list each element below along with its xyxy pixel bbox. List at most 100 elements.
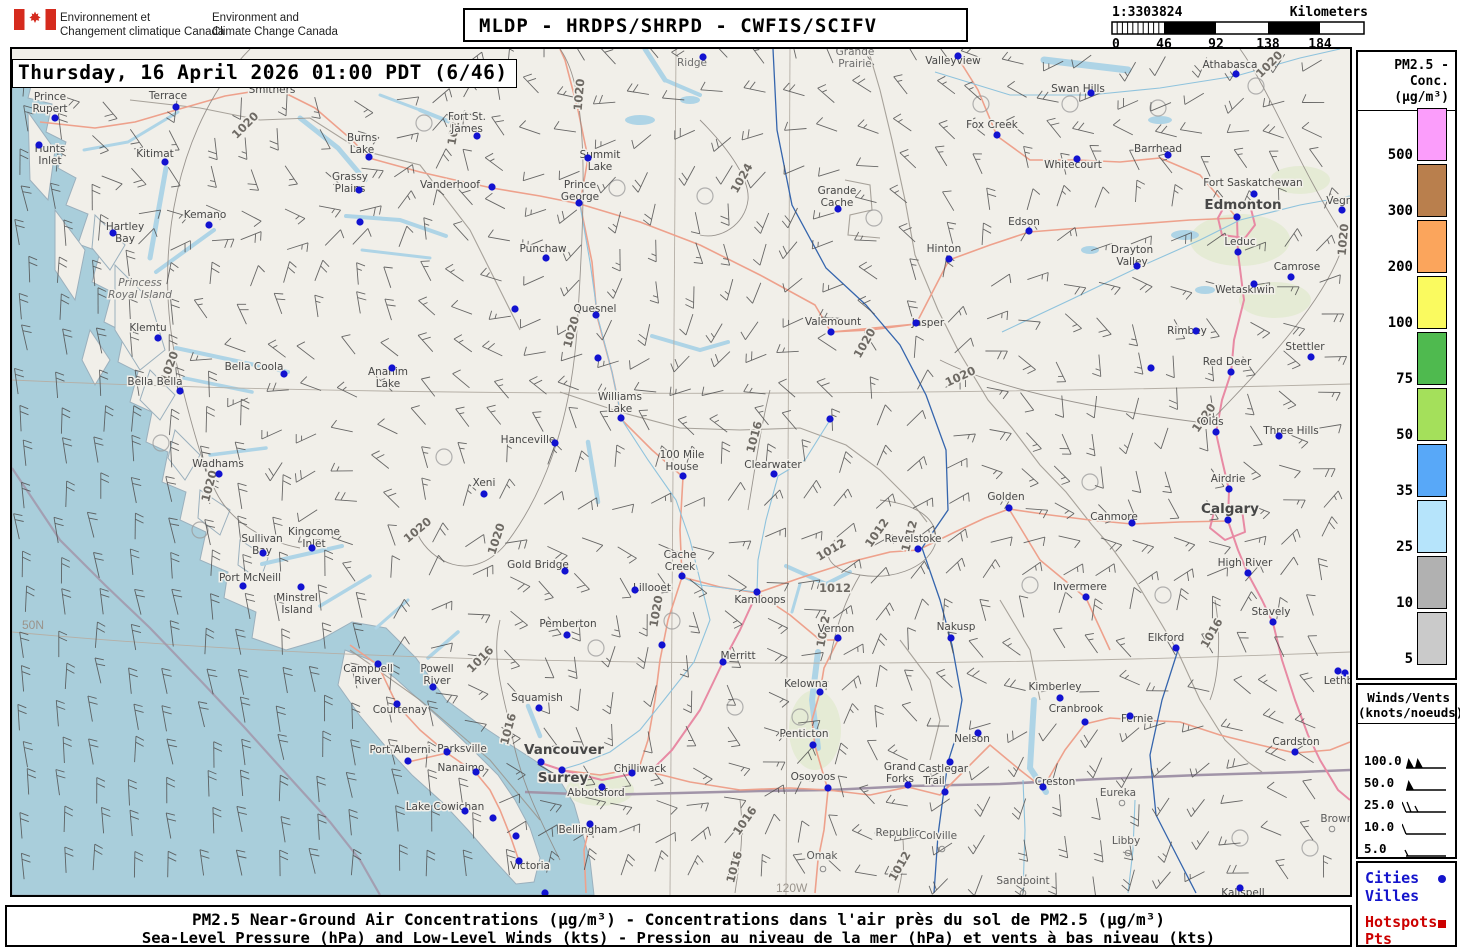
pm25-color-swatch (1417, 108, 1447, 161)
city-dot (834, 205, 842, 213)
city-label: Fox Creek (966, 119, 1019, 131)
city-dot (472, 768, 480, 776)
city-label: Lillooet (633, 582, 671, 594)
city-label: Red Deer (1203, 356, 1252, 368)
city-dot (941, 788, 949, 796)
product-title: MLDP - HRDPS/SHRPD - CWFIS/SCIFV (463, 8, 968, 42)
city-dot (827, 328, 835, 336)
city-dot (51, 114, 59, 122)
map-caption: PM2.5 Near-Ground Air Concentrations (µg… (5, 905, 1352, 947)
city-label: Valemount (805, 316, 861, 328)
city-dot (1073, 155, 1081, 163)
city-label: Squamish (511, 692, 563, 704)
city-dot (374, 660, 382, 668)
city-dot (461, 807, 469, 815)
city-label: Cardston (1272, 736, 1319, 748)
city-dot (561, 567, 569, 575)
city-dot (1307, 353, 1315, 361)
city-dot (658, 641, 666, 649)
pm25-color-swatch (1417, 388, 1447, 441)
us-town-label: Sandpoint (996, 875, 1049, 887)
city-dot (1244, 569, 1252, 577)
city-label: Kemano (184, 209, 227, 221)
city-dot (678, 572, 686, 580)
city-dot (912, 319, 920, 327)
header: Environnement et Changement climatique Ca… (0, 0, 1460, 52)
graticule-label: 120W (776, 881, 808, 895)
city-label: Valleyview (925, 55, 981, 67)
city-dot (954, 52, 962, 60)
pm25-legend-entry: 75 (1361, 332, 1447, 387)
city-dot (1334, 667, 1342, 675)
city-label: Barrhead (1134, 143, 1182, 155)
wind-speed-value: 25.0 (1364, 797, 1395, 812)
city-label: Camrose (1274, 261, 1320, 273)
pm25-legend-entry: 50 (1361, 388, 1447, 443)
pm25-threshold-value: 75 (1396, 371, 1413, 387)
city-dot (511, 305, 519, 313)
city-dot (1126, 712, 1134, 720)
city-dot (176, 387, 184, 395)
wind-barb-icon (1406, 758, 1446, 769)
pm25-threshold-value: 10 (1396, 595, 1413, 611)
pm25-threshold-value: 500 (1387, 147, 1413, 163)
pm25-threshold-value: 35 (1396, 483, 1413, 499)
city-label: Drayton Valley (1111, 244, 1153, 268)
city-dot (628, 769, 636, 777)
scale-ratio: 1:3303824 (1112, 5, 1183, 20)
city-dot (753, 588, 761, 596)
city-dot (356, 218, 364, 226)
city-dot (1232, 70, 1240, 78)
canada-flag-icon (14, 9, 56, 30)
city-label: Port Alberni (369, 744, 430, 756)
city-dot (1147, 364, 1155, 372)
city-dot (586, 820, 594, 828)
city-dot (946, 758, 954, 766)
pm25-legend-entry: 500 (1361, 108, 1447, 163)
city-dot (1269, 618, 1277, 626)
city-dot (617, 414, 625, 422)
city-label: Minstrel Island (276, 592, 318, 616)
city-label: Xeni (473, 477, 496, 489)
city-label: Wetaskiwin (1215, 284, 1274, 296)
city-label: Elkford (1148, 632, 1185, 644)
city-dot (1212, 428, 1220, 436)
city-dot (1128, 519, 1136, 527)
pm25-color-swatch (1417, 276, 1447, 329)
wind-legend-row: 100.0 (1364, 753, 1452, 773)
us-town-label: Omak (806, 850, 838, 862)
cities-label-en: Cities (1365, 869, 1420, 887)
winds-legend: Winds/Vents (knots/noeuds) 100.0 50.0 25.0… (1356, 683, 1460, 859)
us-town-label: Libby (1112, 835, 1140, 847)
pm25-legend-entry: 10 (1361, 556, 1447, 611)
city-dot (1081, 718, 1089, 726)
city-label: Castlegar (918, 763, 969, 775)
city-label: Fort Saskatchewan (1203, 177, 1302, 189)
pm25-color-swatch (1417, 164, 1447, 217)
city-dot (161, 158, 169, 166)
markers-legend: Cities Villes Hotspots Pts chauds (1356, 861, 1457, 950)
city-label: Prince Rupert (32, 91, 67, 115)
city-dot (280, 370, 288, 378)
city-dot (259, 549, 267, 557)
city-dot (809, 741, 817, 749)
pm25-legend-entry: 200 (1361, 220, 1447, 275)
city-label: Vernon (818, 623, 855, 635)
pm25-legend-entry: 35 (1361, 444, 1447, 499)
city-label: Vanderhoof (420, 179, 480, 191)
cities-label-fr: Villes (1365, 887, 1420, 905)
city-dot (1291, 748, 1299, 756)
wind-speed-value: 50.0 (1364, 775, 1395, 790)
city-label: Stettler (1285, 341, 1325, 353)
valid-time-box: Thursday, 16 April 2026 01:00 PDT (6/46) (12, 59, 517, 88)
city-label: Port McNeill (219, 572, 281, 584)
isobar-label: 1020 (571, 78, 588, 111)
city-label: Athabasca (1203, 59, 1258, 71)
city-label: Stavely (1251, 606, 1290, 618)
wind-barb-icon (1404, 849, 1446, 857)
city-dot (1250, 280, 1258, 288)
city-label: Rimbey (1167, 325, 1207, 337)
city-dot (947, 634, 955, 642)
city-dot (443, 748, 451, 756)
city-label: Fernie (1121, 713, 1153, 725)
